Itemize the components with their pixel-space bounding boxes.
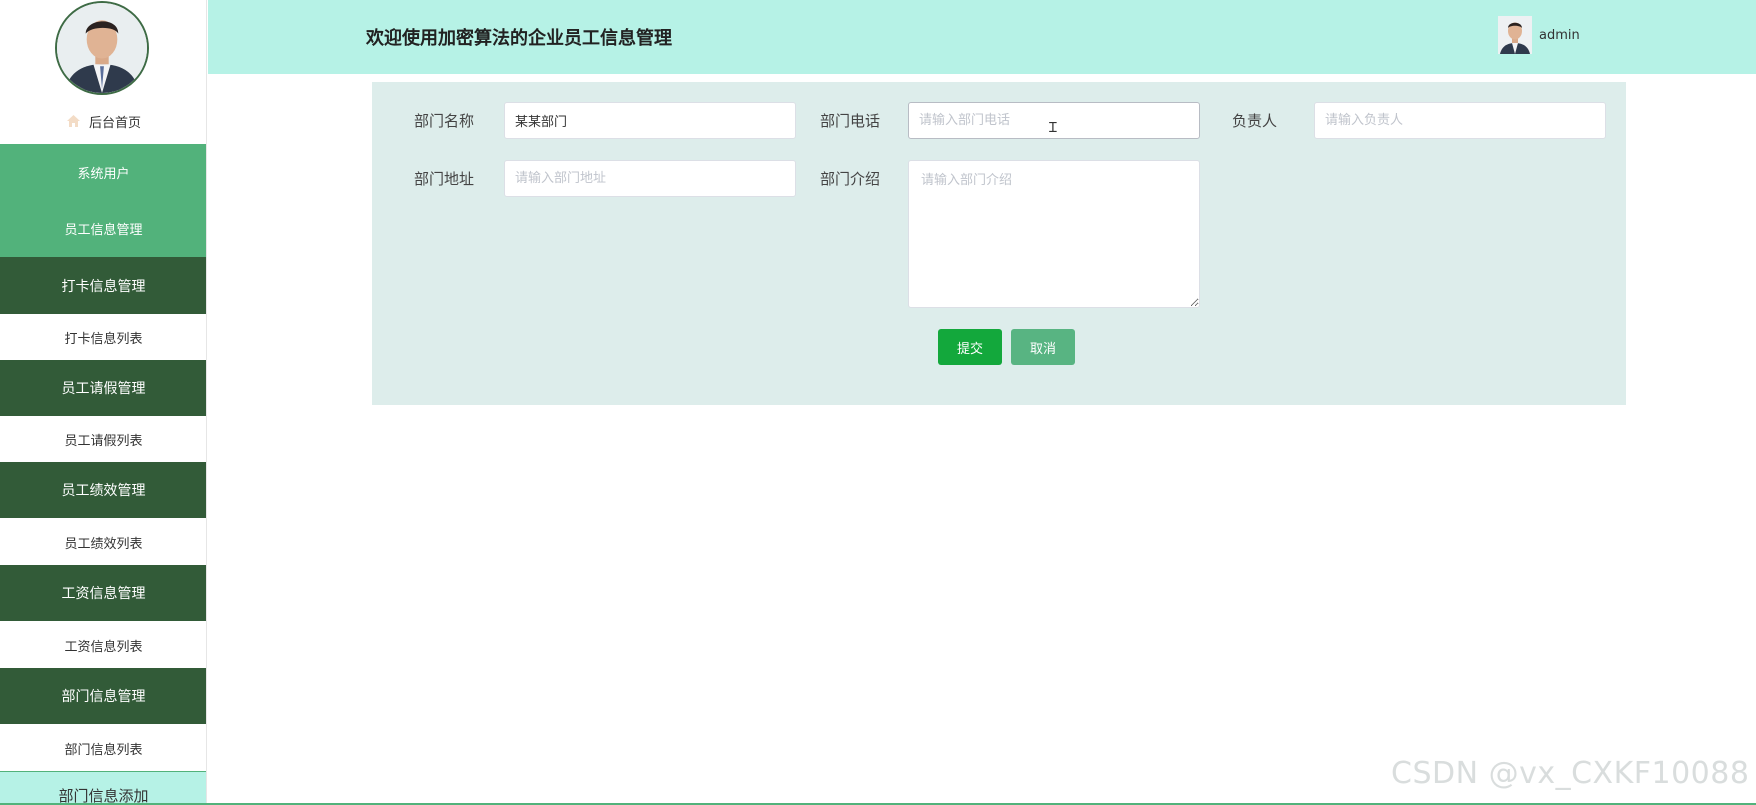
sidebar-item-label: 员工请假列表 (64, 434, 143, 449)
sidebar-item-salary-list[interactable]: 工资信息列表 (0, 622, 206, 669)
sidebar-avatar (55, 1, 149, 95)
sidebar-item-dept-list[interactable]: 部门信息列表 (0, 725, 206, 772)
dept-name-label: 部门名称 (414, 112, 475, 130)
sidebar-item-label: 工资信息管理 (61, 586, 146, 602)
sidebar-item-performance-manage[interactable]: 员工绩效管理 (0, 462, 206, 518)
user-avatar-image (1498, 16, 1532, 54)
cancel-button[interactable]: 取消 (1011, 329, 1075, 365)
submit-button[interactable]: 提交 (938, 329, 1002, 365)
sidebar-item-label: 部门信息列表 (64, 743, 143, 758)
manager-input[interactable] (1314, 102, 1606, 139)
dept-intro-label: 部门介绍 (820, 170, 881, 188)
sidebar-item-label: 工资信息列表 (64, 640, 143, 655)
user-name: admin (1539, 27, 1580, 43)
sidebar-item-label: 员工请假管理 (61, 381, 146, 397)
sidebar-item-dept-add[interactable]: 部门信息添加 (0, 771, 206, 805)
manager-label: 负责人 (1232, 112, 1278, 130)
app-root: 后台首页 系统用户员工信息管理 打卡信息管理 打卡信息列表 员工请假管理 员工请假列表员… (0, 0, 1756, 805)
sidebar-item-leave-manage[interactable]: 员工请假管理 (0, 360, 206, 416)
watermark: CSDN @vx_CXKF10088 (1391, 756, 1750, 791)
sidebar-item-label: 打卡信息管理 (61, 278, 146, 295)
dept-intro-textarea[interactable] (908, 160, 1200, 308)
home-icon (66, 115, 80, 127)
sidebar-item-performance-list[interactable]: 员工绩效列表 (0, 519, 206, 566)
dept-phone-label: 部门电话 (820, 112, 881, 130)
sidebar: 后台首页 系统用户员工信息管理 打卡信息管理 打卡信息列表 员工请假管理 员工请假列表员… (0, 0, 207, 805)
sidebar-item-attendance-manage[interactable]: 打卡信息管理 (0, 257, 206, 314)
sidebar-item-dept-manage[interactable]: 部门信息管理 (0, 668, 206, 724)
sidebar-home-link[interactable]: 后台首页 (0, 108, 206, 134)
sidebar-item-label: 打卡信息列表 (64, 332, 143, 347)
user-avatar (1498, 16, 1532, 54)
page-title: 欢迎使用加密算法的企业员工信息管理 (366, 28, 672, 49)
dept-address-input[interactable] (504, 160, 796, 197)
user-box[interactable]: admin (1498, 16, 1580, 54)
sidebar-item-label: 员工信息管理 (64, 223, 143, 238)
sidebar-item-system-users[interactable]: 系统用户 (0, 144, 206, 200)
top-header: 欢迎使用加密算法的企业员工信息管理 admin (208, 0, 1756, 74)
sidebar-item-label: 员工绩效管理 (61, 483, 146, 499)
sidebar-item-salary-manage[interactable]: 工资信息管理 (0, 565, 206, 621)
text-cursor-icon: Ɪ (1049, 120, 1057, 136)
avatar-image (57, 3, 147, 93)
dept-name-input[interactable] (504, 102, 796, 139)
sidebar-item-employee-info[interactable]: 员工信息管理 (0, 200, 206, 257)
sidebar-item-label: 系统用户 (77, 166, 130, 182)
sidebar-item-label: 部门信息添加 (58, 787, 149, 805)
sidebar-item-label: 员工绩效列表 (64, 537, 143, 552)
sidebar-item-leave-list[interactable]: 员工请假列表 (0, 416, 206, 463)
sidebar-home-label: 后台首页 (88, 115, 141, 131)
dept-address-label: 部门地址 (414, 170, 475, 188)
sidebar-item-attendance-list[interactable]: 打卡信息列表 (0, 314, 206, 361)
dept-add-form: 部门名称 部门电话 负责人 部门地址 部门介绍 提交 取消 (372, 82, 1626, 405)
sidebar-item-label: 部门信息管理 (61, 689, 146, 705)
